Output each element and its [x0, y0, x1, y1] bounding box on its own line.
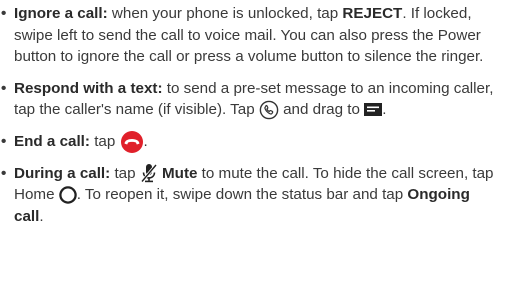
home-icon — [58, 186, 77, 204]
phone-answer-icon — [259, 100, 279, 120]
mute-keyword: Mute — [162, 164, 198, 182]
item-text: when your phone is unlocked, tap — [107, 5, 343, 22]
list-item-respond-text: • Respond with a text: to send a pre-set… — [0, 78, 502, 121]
list-item-ignore-call: • Ignore a call: when your phone is unlo… — [0, 3, 502, 68]
item-text: . — [39, 207, 44, 225]
microphone-mute-icon — [140, 163, 158, 183]
bullet: • — [1, 164, 7, 182]
item-label: End a call: — [14, 132, 90, 150]
item-label: Ignore a call: — [14, 5, 108, 22]
list-item-end-call: • End a call: tap . — [0, 130, 502, 153]
message-icon — [364, 102, 383, 117]
item-text: . To reopen it, swipe down the status ba… — [76, 186, 408, 203]
item-text: tap — [89, 132, 120, 150]
bullet: • — [1, 132, 7, 150]
item-text: . — [382, 101, 387, 118]
item-text: tap — [110, 164, 140, 182]
reject-keyword: REJECT — [342, 5, 403, 22]
item-text: . — [143, 132, 148, 150]
bullet: • — [1, 5, 7, 22]
bullet: • — [1, 79, 7, 97]
instructions-list: • Ignore a call: when your phone is unlo… — [0, 0, 508, 227]
end-call-icon — [120, 130, 144, 153]
item-label: Respond with a text: — [14, 79, 163, 97]
item-label: During a call: — [14, 164, 111, 182]
item-text: and drag to — [278, 101, 365, 118]
list-item-during-call: • During a call: tap Mute to mute the ca… — [0, 163, 502, 228]
